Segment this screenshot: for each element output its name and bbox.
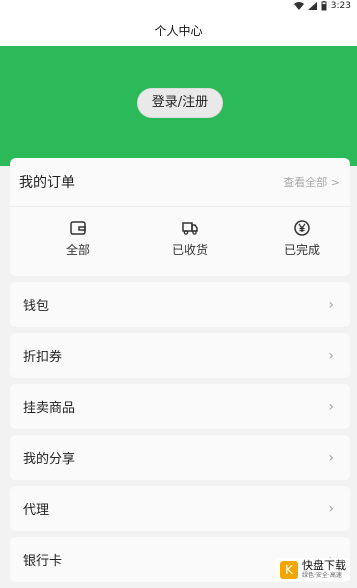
chevron-right-icon: › (328, 296, 334, 313)
watermark: K 快盘下载 绿色·安全·高速 (276, 558, 350, 581)
menu-item-coupons[interactable]: 折扣券 › (10, 333, 350, 378)
status-right: 3:23 (293, 1, 351, 11)
wallet-icon (70, 221, 86, 235)
status-bar: 3:23 (0, 0, 357, 16)
menu-item-label: 银行卡 (23, 554, 63, 569)
login-register-button[interactable]: 登录/注册 (137, 88, 223, 118)
signal-icon (307, 2, 317, 10)
orders-title: 我的订单 (19, 175, 75, 191)
wifi-icon (293, 2, 304, 10)
watermark-tagline: 绿色·安全·高速 (302, 572, 342, 579)
chevron-right-icon: › (328, 347, 334, 364)
order-completed[interactable]: 已完成 (274, 219, 330, 258)
watermark-text: 快盘下载 绿色·安全·高速 (302, 559, 346, 580)
page-title: 个人中心 (154, 24, 203, 38)
order-completed-label: 已完成 (283, 243, 320, 257)
orders-card: 我的订单 查看全部 > 全部 已收货 已完成 (10, 158, 350, 276)
menu-item-listed-goods[interactable]: 挂卖商品 › (10, 384, 350, 429)
menu-item-agent[interactable]: 代理 › (10, 486, 350, 531)
status-time: 3:23 (330, 1, 351, 11)
menu-item-my-share[interactable]: 我的分享 › (10, 435, 350, 480)
battery-icon (321, 1, 327, 11)
chevron-right-icon: › (328, 449, 334, 466)
view-all-orders-link[interactable]: 查看全部 > (283, 174, 340, 190)
watermark-brand: 快盘下载 (302, 559, 346, 572)
yen-circle-icon (294, 220, 310, 236)
chevron-right-icon: › (328, 500, 334, 517)
order-all[interactable]: 全部 (50, 219, 106, 258)
menu-item-label: 折扣券 (23, 350, 63, 365)
menu-item-label: 代理 (23, 503, 50, 518)
menu-item-wallet[interactable]: 钱包 › (10, 282, 350, 327)
orders-grid: 全部 已收货 已完成 (10, 207, 350, 258)
order-received-label: 已收货 (171, 243, 208, 257)
chevron-right-icon: › (328, 398, 334, 415)
menu-item-label: 挂卖商品 (23, 401, 76, 416)
menu-item-label: 钱包 (23, 299, 50, 314)
app-bar: 个人中心 (0, 16, 357, 46)
order-received[interactable]: 已收货 (162, 219, 218, 258)
order-all-label: 全部 (65, 243, 90, 257)
truck-icon (182, 222, 198, 235)
orders-header: 我的订单 查看全部 > (10, 158, 350, 207)
menu-item-label: 我的分享 (23, 452, 76, 467)
watermark-logo-icon: K (280, 560, 298, 579)
